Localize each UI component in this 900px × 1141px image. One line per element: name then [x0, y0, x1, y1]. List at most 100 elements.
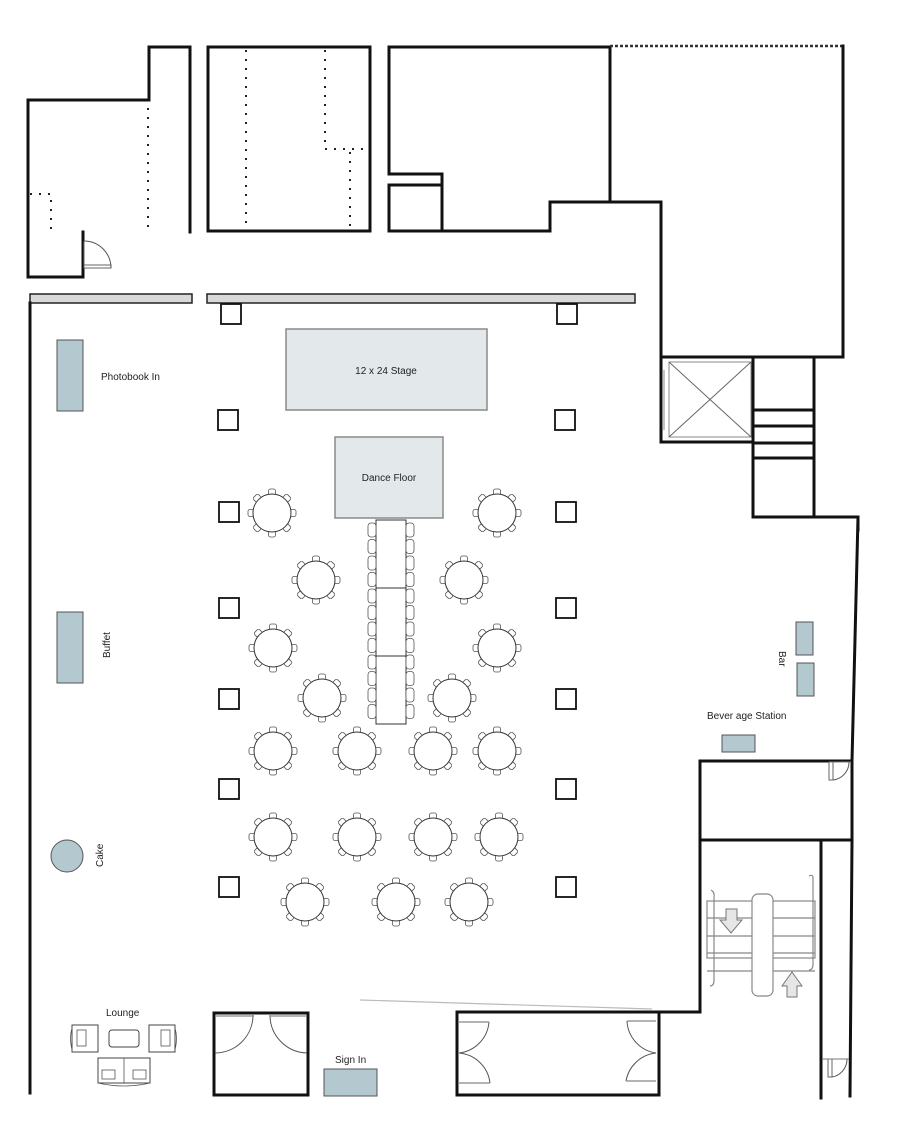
arrow-down-icon: [718, 908, 744, 934]
sign-in-label: Sign In: [335, 1055, 366, 1066]
table-top: [477, 628, 517, 668]
stairwell: [751, 355, 860, 532]
round-table[interactable]: [408, 726, 458, 776]
chair: [405, 704, 415, 719]
dance-floor[interactable]: Dance Floor: [334, 436, 444, 519]
table-top: [285, 882, 325, 922]
cake-table[interactable]: Cake: [50, 839, 106, 873]
beverage-station[interactable]: Bever age Station: [707, 711, 787, 753]
pillar: [218, 876, 240, 898]
chair: [405, 687, 415, 703]
table-top: [479, 817, 519, 857]
chair: [367, 638, 377, 653]
round-table[interactable]: [371, 877, 421, 927]
elevator: [659, 355, 755, 444]
pillar: [220, 303, 242, 325]
round-table[interactable]: [297, 673, 347, 723]
buffet-station[interactable]: Buffet: [56, 611, 113, 684]
door-icon: [828, 761, 851, 781]
chair: [405, 522, 415, 538]
buffet-label: Buffet: [102, 632, 113, 658]
entrance-right: [455, 1010, 661, 1097]
chair: [367, 687, 377, 703]
pillar: [218, 778, 240, 800]
cake-label: Cake: [95, 843, 106, 867]
table-top: [337, 731, 377, 771]
chair: [405, 572, 415, 587]
round-table[interactable]: [291, 555, 341, 605]
dance-floor-label: Dance Floor: [362, 473, 417, 484]
round-table[interactable]: [439, 555, 489, 605]
round-table[interactable]: [474, 812, 524, 862]
chair: [367, 572, 377, 587]
pillar: [556, 303, 578, 325]
table-top: [253, 628, 293, 668]
banquet-segment: [375, 655, 407, 725]
pillar: [218, 597, 240, 619]
floor-plan: 12 x 24 Stage Dance Floor Photobook In B…: [26, 44, 860, 1100]
beam-left: [29, 293, 193, 304]
chair: [367, 588, 377, 604]
chair: [367, 671, 377, 686]
sign-in-table[interactable]: Sign In: [323, 1055, 378, 1097]
round-table[interactable]: [408, 812, 458, 862]
stage-label: 12 x 24 Stage: [355, 366, 417, 377]
round-table[interactable]: [472, 488, 522, 538]
ottoman-icon: [108, 1029, 140, 1048]
table-top: [449, 882, 489, 922]
stage[interactable]: 12 x 24 Stage: [285, 328, 488, 411]
table-top: [444, 560, 484, 600]
door-icon: [83, 240, 112, 269]
lounge-label: Lounge: [106, 1008, 140, 1019]
pillar: [218, 688, 240, 710]
banquet-segment: [375, 587, 407, 657]
sofa-icon: [97, 1057, 151, 1087]
chair: [367, 605, 377, 620]
pillar: [218, 501, 240, 523]
table-top: [253, 731, 293, 771]
round-table[interactable]: [248, 623, 298, 673]
chair: [367, 539, 377, 554]
chair: [367, 654, 377, 670]
upper-middle-room: [206, 45, 372, 233]
round-table[interactable]: [472, 623, 522, 673]
chair: [367, 621, 377, 637]
door-icon: [822, 1058, 849, 1078]
table-top: [376, 882, 416, 922]
banquet-segment: [375, 519, 407, 589]
banquet-table[interactable]: [367, 519, 415, 725]
photobook-label: Photobook In: [101, 372, 160, 383]
arrow-up-icon: [781, 971, 803, 998]
pillar: [555, 688, 577, 710]
armchair-icon: [70, 1024, 99, 1053]
round-table[interactable]: [444, 877, 494, 927]
round-table[interactable]: [248, 726, 298, 776]
chair: [405, 539, 415, 554]
bar-station[interactable]: Bar: [776, 621, 815, 697]
round-table[interactable]: [472, 726, 522, 776]
pillar: [555, 876, 577, 898]
chair: [405, 588, 415, 604]
chair: [405, 621, 415, 637]
round-table[interactable]: [247, 488, 297, 538]
table-top: [477, 731, 517, 771]
round-table[interactable]: [427, 673, 477, 723]
pillar: [217, 409, 239, 431]
table-top: [337, 817, 377, 857]
chair: [405, 555, 415, 571]
pillar: [555, 597, 577, 619]
table-top: [477, 493, 517, 533]
lounge[interactable]: Lounge: [70, 1008, 177, 1087]
chair: [405, 638, 415, 653]
round-table[interactable]: [332, 726, 382, 776]
round-table[interactable]: [248, 812, 298, 862]
chair: [405, 654, 415, 670]
chair: [367, 522, 377, 538]
table-top: [252, 493, 292, 533]
round-table[interactable]: [332, 812, 382, 862]
chair: [405, 605, 415, 620]
round-table[interactable]: [280, 877, 330, 927]
pillar: [554, 409, 576, 431]
photobook-station[interactable]: Photobook In: [56, 339, 160, 412]
pillar: [555, 778, 577, 800]
